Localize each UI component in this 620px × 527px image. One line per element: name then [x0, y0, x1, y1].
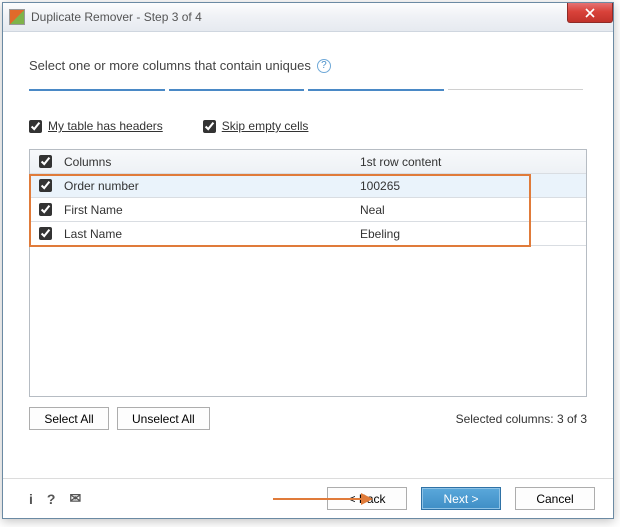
options-row: My table has headers Skip empty cells: [29, 119, 587, 133]
dialog-window: Duplicate Remover - Step 3 of 4 Select o…: [2, 2, 614, 519]
close-button[interactable]: [567, 3, 613, 23]
footer: i ? ✉ < Back Next > Cancel: [3, 478, 613, 518]
close-icon: [585, 8, 595, 18]
table-row[interactable]: Last Name Ebeling: [30, 222, 586, 246]
content-area: Select one or more columns that contain …: [3, 32, 613, 478]
footer-icons: i ? ✉: [29, 490, 81, 507]
app-icon: [9, 9, 25, 25]
has-headers-label: My table has headers: [48, 119, 163, 133]
row-first: 100265: [356, 179, 586, 193]
row-name: Order number: [60, 179, 356, 193]
selection-actions: Select All Unselect All Selected columns…: [29, 407, 587, 430]
has-headers-checkbox[interactable]: [29, 120, 42, 133]
step-seg-2: [169, 89, 305, 93]
titlebar: Duplicate Remover - Step 3 of 4: [3, 3, 613, 32]
next-button[interactable]: Next >: [421, 487, 501, 510]
window-title: Duplicate Remover - Step 3 of 4: [31, 10, 202, 24]
table-empty-space: [30, 246, 586, 396]
col-header-first-row[interactable]: 1st row content: [356, 155, 586, 169]
option-skip-empty[interactable]: Skip empty cells: [203, 119, 309, 133]
mail-icon[interactable]: ✉: [69, 490, 81, 507]
skip-empty-label: Skip empty cells: [222, 119, 309, 133]
instruction-row: Select one or more columns that contain …: [29, 58, 587, 73]
row-checkbox[interactable]: [39, 227, 52, 240]
step-seg-3: [308, 89, 444, 93]
table-row[interactable]: First Name Neal: [30, 198, 586, 222]
selected-columns-status: Selected columns: 3 of 3: [456, 412, 587, 426]
nav-buttons: < Back Next > Cancel: [327, 487, 595, 510]
info-icon[interactable]: i: [29, 491, 33, 507]
help-icon[interactable]: ?: [317, 59, 331, 73]
instruction-text: Select one or more columns that contain …: [29, 58, 311, 73]
step-progress: [29, 89, 587, 93]
header-checkbox[interactable]: [39, 155, 52, 168]
help-footer-icon[interactable]: ?: [47, 491, 56, 507]
columns-table: Columns 1st row content Order number 100…: [29, 149, 587, 397]
cancel-button[interactable]: Cancel: [515, 487, 595, 510]
col-header-columns[interactable]: Columns: [60, 155, 356, 169]
step-seg-1: [29, 89, 165, 93]
option-has-headers[interactable]: My table has headers: [29, 119, 163, 133]
row-checkbox[interactable]: [39, 179, 52, 192]
back-button[interactable]: < Back: [327, 487, 407, 510]
select-all-button[interactable]: Select All: [29, 407, 109, 430]
row-first: Neal: [356, 203, 586, 217]
row-first: Ebeling: [356, 227, 586, 241]
row-name: First Name: [60, 203, 356, 217]
skip-empty-checkbox[interactable]: [203, 120, 216, 133]
table-row[interactable]: Order number 100265: [30, 174, 586, 198]
row-checkbox[interactable]: [39, 203, 52, 216]
step-seg-4: [448, 89, 584, 93]
unselect-all-button[interactable]: Unselect All: [117, 407, 210, 430]
row-name: Last Name: [60, 227, 356, 241]
table-header: Columns 1st row content: [30, 150, 586, 174]
